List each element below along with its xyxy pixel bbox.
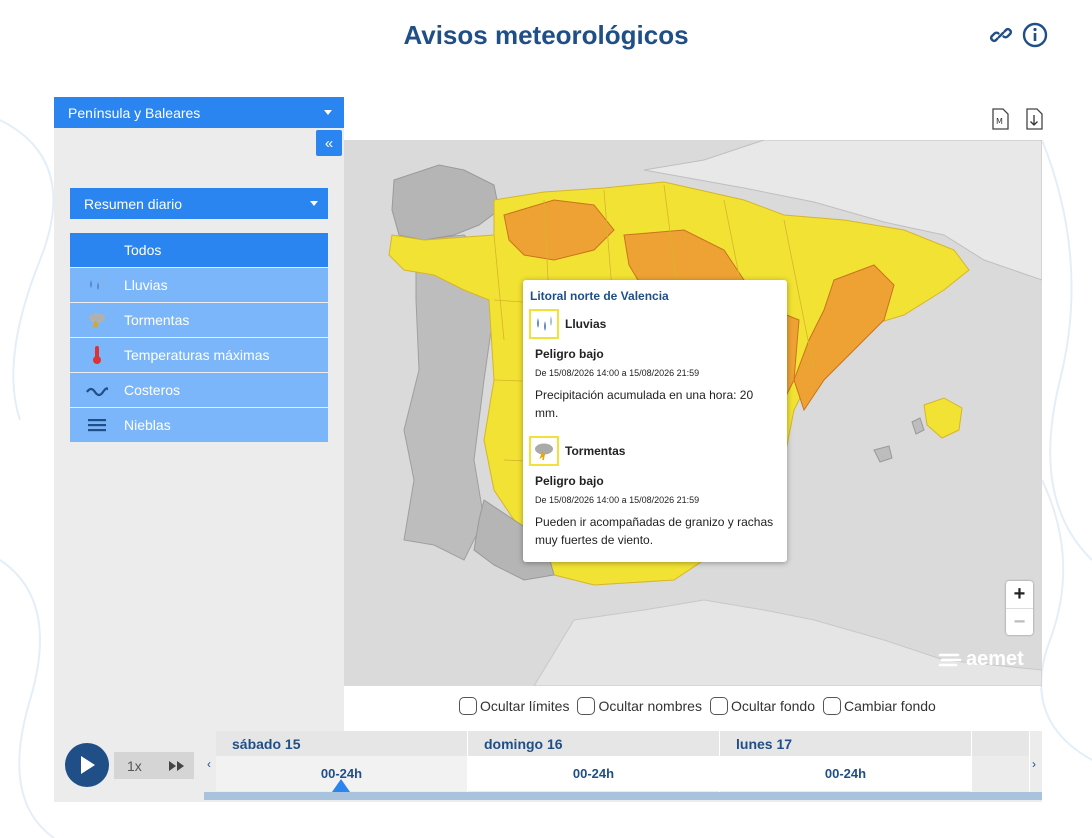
mode-select-label: Resumen diario: [84, 195, 183, 212]
storm-icon: [529, 436, 559, 466]
type-item-temperaturas-maximas[interactable]: Temperaturas máximas: [70, 338, 328, 372]
timeline-day: domingo 16 00-24h: [468, 731, 720, 793]
hide-limits-label: Ocultar límites: [480, 698, 570, 714]
speed-control[interactable]: 1x: [114, 752, 194, 779]
collapse-sidebar-button[interactable]: «: [316, 130, 342, 156]
warning-level: Peligro bajo: [535, 474, 604, 488]
change-background-option[interactable]: Cambiar fondo: [823, 697, 936, 715]
warning-dates: De 15/08/2026 14:00 a 15/08/2026 21:59: [535, 495, 700, 505]
download-icon[interactable]: [1024, 108, 1044, 130]
timeline-current-marker[interactable]: [332, 779, 350, 792]
region-select[interactable]: Península y Baleares: [54, 97, 344, 128]
map-options: Ocultar límites Ocultar nombres Ocultar …: [459, 697, 936, 715]
rain-icon: [529, 309, 559, 339]
svg-text:M: M: [996, 117, 1003, 126]
chevron-down-icon: [310, 201, 318, 206]
timeline-slot[interactable]: 00-24h: [720, 756, 971, 791]
fog-icon: [70, 418, 124, 432]
type-item-label: Tormentas: [124, 312, 190, 328]
aemet-logo-text: aemet: [966, 648, 1024, 670]
warning-level: Peligro bajo: [535, 347, 604, 361]
warning-name: Lluvias: [565, 317, 607, 331]
warning-description: Precipitación acumulada en una hora: 20 …: [535, 388, 754, 420]
change-background-label: Cambiar fondo: [844, 698, 936, 714]
wave-icon: [70, 383, 124, 397]
hide-limits-checkbox[interactable]: [459, 697, 477, 715]
zoom-out-button[interactable]: −: [1006, 608, 1033, 635]
timeline-next-icon[interactable]: ›: [1032, 757, 1036, 771]
timeline-day-label: lunes 17: [720, 731, 971, 756]
page-title: Avisos meteorológicos: [403, 20, 689, 50]
thermometer-icon: [70, 345, 124, 365]
chevron-down-icon: [324, 110, 332, 115]
type-item-label: Nieblas: [124, 417, 171, 433]
top-toolbar: [988, 22, 1048, 48]
type-item-lluvias[interactable]: Lluvias: [70, 268, 328, 302]
info-icon[interactable]: [1022, 22, 1048, 48]
timeline-day-label: sábado 15: [216, 731, 467, 756]
fast-forward-icon[interactable]: [168, 760, 186, 772]
type-item-costeros[interactable]: Costeros: [70, 373, 328, 407]
map-tools: M: [990, 108, 1044, 130]
timeline-track: ‹ sábado 15 00-24h domingo 16 00-24h lun…: [204, 731, 1042, 802]
warning-name: Tormentas: [565, 444, 626, 458]
link-icon[interactable]: [988, 22, 1014, 48]
hide-background-checkbox[interactable]: [709, 697, 728, 715]
region-select-label: Península y Baleares: [68, 104, 201, 121]
type-item-label: Todos: [124, 242, 162, 258]
timeline-day-empty: [972, 731, 1030, 793]
timeline-day: lunes 17 00-24h: [720, 731, 972, 793]
hide-names-option[interactable]: Ocultar nombres: [577, 697, 702, 715]
timeline-scrollbar[interactable]: [204, 792, 1042, 800]
popup-region-title: Litoral norte de Valencia: [530, 289, 669, 303]
warning-popup: Litoral norte de Valencia Lluvias Peligr…: [523, 280, 787, 562]
rain-icon: [70, 276, 124, 294]
storm-icon: [70, 311, 124, 329]
type-item-label: Lluvias: [124, 277, 168, 293]
mode-select[interactable]: Resumen diario: [70, 188, 328, 219]
speed-label: 1x: [127, 757, 142, 774]
hide-background-option[interactable]: Ocultar fondo: [709, 697, 816, 715]
timeline: 1x ‹ sábado 15 00-24h domingo 16 00-24h …: [54, 731, 1042, 802]
sidebar: Península y Baleares « Resumen diario To…: [54, 97, 344, 731]
hide-limits-option[interactable]: Ocultar límites: [459, 697, 569, 715]
aemet-logo: aemet: [938, 648, 1024, 671]
warning-header: Tormentas: [529, 436, 775, 466]
change-background-checkbox[interactable]: [823, 697, 842, 715]
hide-names-label: Ocultar nombres: [598, 698, 702, 714]
play-button[interactable]: [65, 743, 109, 787]
zoom-in-button[interactable]: +: [1006, 581, 1033, 608]
play-icon: [81, 756, 95, 774]
warning-type-list: Todos Lluvias Tormentas Temperaturas máx…: [70, 233, 328, 443]
warning-dates: De 15/08/2026 14:00 a 15/08/2026 21:59: [535, 368, 700, 378]
zoom-control: + −: [1006, 581, 1033, 635]
warning-description: Pueden ir acompañadas de granizo y racha…: [535, 515, 774, 547]
type-item-nieblas[interactable]: Nieblas: [70, 408, 328, 442]
timeline-day-label: domingo 16: [468, 731, 719, 756]
type-item-todos[interactable]: Todos: [70, 233, 328, 267]
type-item-label: Temperaturas máximas: [124, 347, 270, 363]
timeline-prev-icon[interactable]: ‹: [207, 757, 211, 771]
type-item-label: Costeros: [124, 382, 181, 398]
type-item-tormentas[interactable]: Tormentas: [70, 303, 328, 337]
hide-background-label: Ocultar fondo: [730, 698, 816, 714]
hide-names-checkbox[interactable]: [577, 697, 596, 715]
pdf-map-icon[interactable]: M: [990, 108, 1010, 130]
warning-header: Lluvias: [529, 309, 775, 339]
aemet-logo-icon: [938, 653, 962, 666]
timeline-slot[interactable]: 00-24h: [468, 756, 719, 791]
